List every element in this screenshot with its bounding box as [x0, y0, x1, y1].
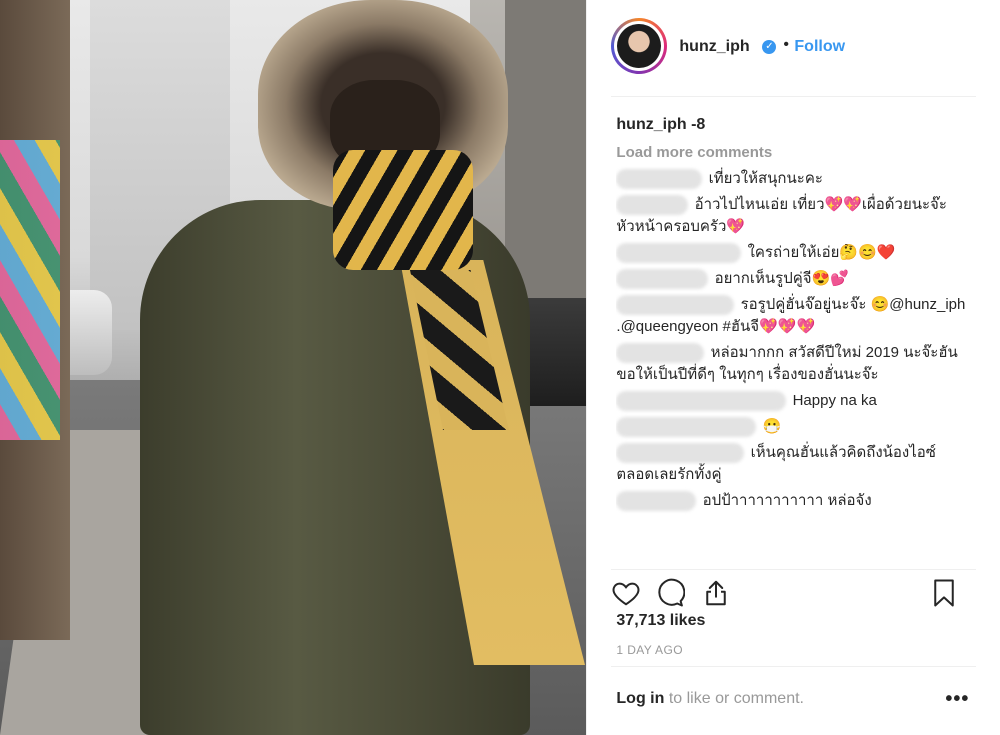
comment-item: อปป้าาาาาาาาาาา หล่อจัง	[616, 490, 966, 512]
instagram-post: hunz_iph ✓ • Follow hunz_iph -8 Load mor…	[0, 0, 1000, 735]
verified-badge-icon: ✓	[762, 40, 777, 54]
comment-text: อยากเห็นรูปคู่จี😍💕	[714, 270, 849, 288]
comment-text: ใครถ่ายให้เอ่ย🤔😊❤️	[747, 244, 896, 262]
action-bar	[611, 569, 977, 607]
blurred-username	[616, 343, 705, 364]
more-options-icon[interactable]: •••	[945, 688, 969, 711]
blurred-username	[616, 295, 735, 316]
footer-divider	[611, 666, 977, 667]
blurred-username	[616, 269, 709, 290]
comment-item: 😷	[616, 416, 966, 438]
header-divider	[611, 96, 977, 97]
blurred-username	[616, 195, 689, 216]
knitted-tree-cover	[0, 140, 60, 440]
comment-item: เห็นคุณฮั่นแล้วคิดถึงน้องไอซ์ตลอดเลยรักท…	[616, 442, 966, 486]
caption: hunz_iph -8	[616, 114, 966, 136]
comment-item: ใครถ่ายให้เอ่ย🤔😊❤️	[616, 242, 966, 264]
post-header: hunz_iph ✓ • Follow	[587, 0, 1000, 96]
post-date[interactable]: 1 DAY AGO	[616, 643, 683, 657]
share-icon[interactable]	[701, 578, 731, 608]
comment-icon[interactable]	[655, 578, 686, 608]
comment-text: อปป้าาาาาาาาาาา หล่อจัง	[702, 492, 872, 510]
login-link[interactable]: Log in	[616, 690, 664, 707]
comment-text: เที่ยวให้สนุกนะคะ	[708, 170, 823, 188]
heart-icon[interactable]	[611, 578, 641, 608]
header-username[interactable]: hunz_iph	[679, 38, 749, 56]
blurred-username	[616, 491, 697, 512]
login-prompt: Log in to like or comment.	[616, 690, 804, 708]
blurred-username	[616, 391, 787, 412]
header-separator-dot: •	[783, 36, 790, 53]
comment-text: 😷	[762, 418, 782, 436]
caption-username[interactable]: hunz_iph	[616, 116, 686, 133]
post-side-panel: hunz_iph ✓ • Follow hunz_iph -8 Load mor…	[586, 0, 1000, 735]
blurred-username	[616, 417, 757, 438]
comment-item: อยากเห็นรูปคู่จี😍💕	[616, 268, 966, 290]
bookmark-icon[interactable]	[929, 578, 959, 608]
follow-button[interactable]: Follow	[794, 38, 845, 56]
likes-count[interactable]: 37,713 likes	[616, 612, 705, 630]
striped-scarf-wrap	[333, 150, 473, 270]
blurred-username	[616, 169, 703, 190]
comment-item: รอรูปคู่ฮั่นจ๊อยู่นะจ๊ะ 😊@hunz_iph .@que…	[616, 294, 966, 338]
comment-item: เที่ยวให้สนุกนะคะ	[616, 168, 966, 190]
comment-item: อ้าวไปไหนเอ่ย เที่ยว💖💖เผื่อด้วยนะจ๊ะหัวห…	[616, 194, 966, 238]
comment-item: หล่อมากกก สวัสดีปีใหม่ 2019 นะจ๊ะฮัน ขอใ…	[616, 342, 966, 386]
post-photo[interactable]	[0, 0, 587, 735]
avatar[interactable]	[611, 18, 668, 74]
comment-item: Happy na ka	[616, 390, 966, 412]
comments-list[interactable]: hunz_iph -8 Load more comments เที่ยวให้…	[616, 108, 966, 563]
comment-text: Happy na ka	[792, 392, 877, 410]
blurred-username	[616, 243, 742, 264]
load-more-comments-button[interactable]: Load more comments	[616, 142, 966, 164]
blurred-username	[616, 443, 745, 464]
caption-text: -8	[691, 116, 706, 133]
login-prompt-text: to like or comment.	[664, 690, 804, 707]
